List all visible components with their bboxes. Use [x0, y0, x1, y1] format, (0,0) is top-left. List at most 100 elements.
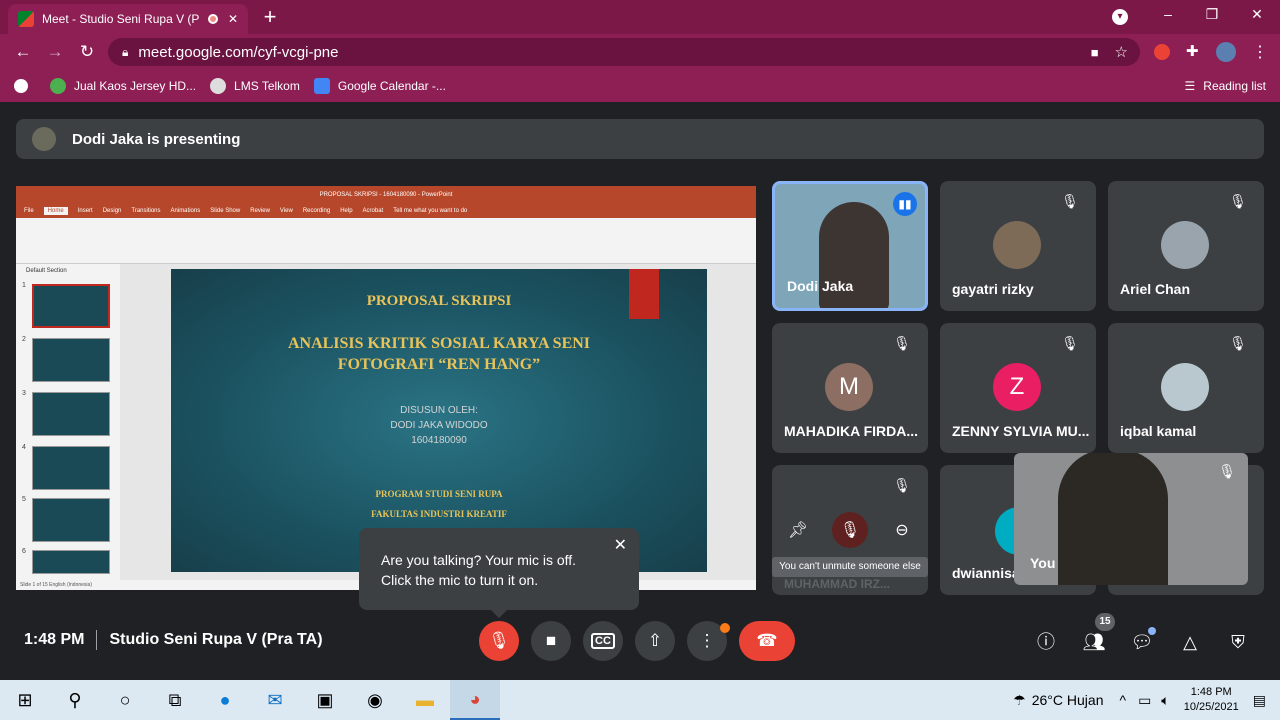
- folder-icon: ▬: [416, 689, 434, 710]
- slide-heading: ANALISIS KRITIK SOSIAL KARYA SENI FOTOGR…: [287, 335, 591, 373]
- address-bar[interactable]: 🔒︎ meet.google.com/cyf-vcgi-pne ■ ☆: [108, 38, 1140, 66]
- current-time: 1:48 PM: [24, 631, 85, 648]
- powerpoint-ribbon-tabs: File Home Insert Design Transitions Anim…: [16, 204, 756, 218]
- meet-favicon-icon: [18, 11, 34, 27]
- host-controls-button[interactable]: ⛨: [1224, 628, 1252, 656]
- battery-icon[interactable]: ▭: [1138, 692, 1151, 709]
- apps-icon[interactable]: [14, 79, 36, 93]
- chat-notification-dot: [1148, 627, 1156, 635]
- weather-text[interactable]: 26°C Hujan: [1032, 692, 1104, 708]
- remove-icon[interactable]: ⊖: [884, 512, 920, 548]
- speaker-icon[interactable]: 🔈︎: [1161, 692, 1169, 709]
- bookmark-star-icon[interactable]: ☆: [1115, 43, 1128, 61]
- avatar: Z: [993, 363, 1041, 411]
- minimize-icon[interactable]: –: [1158, 6, 1178, 22]
- slide-author: DISUSUN OLEH: DODI JAKA WIDODO 160418009…: [390, 405, 488, 446]
- back-arrow-icon[interactable]: ←: [12, 42, 34, 62]
- participant-tile[interactable]: 🎙︎ Z ZENNY SYLVIA MU...: [940, 323, 1096, 453]
- captions-button[interactable]: CC: [583, 621, 623, 661]
- calendar-icon: [313, 78, 330, 94]
- self-name: You: [1030, 555, 1056, 571]
- tab-close-icon[interactable]: ✕: [228, 12, 238, 26]
- section-label: Default Section: [26, 268, 67, 274]
- mail-button[interactable]: ✉: [250, 680, 300, 720]
- close-popover-icon[interactable]: ✕: [614, 536, 627, 556]
- participant-name: MUHAMMAD IRZ...: [784, 577, 890, 591]
- self-view[interactable]: 🎙︎ You: [1014, 453, 1248, 585]
- camera-toggle-button[interactable]: ■: [531, 621, 571, 661]
- file-explorer-button[interactable]: ▬: [400, 680, 450, 720]
- profile-avatar[interactable]: [1216, 42, 1236, 62]
- reading-list-icon: ☰: [1184, 79, 1196, 93]
- current-slide: PROPOSAL SKRIPSI ANALISIS KRITIK SOSIAL …: [171, 269, 707, 572]
- participant-name: Dodi Jaka: [787, 278, 854, 294]
- pin-icon[interactable]: 📌︎: [780, 512, 816, 548]
- chrome-button[interactable]: ◕: [450, 680, 500, 720]
- meeting-details-button[interactable]: ⓘ: [1032, 628, 1060, 656]
- mic-toggle-button[interactable]: 🎙︎: [479, 621, 519, 661]
- chat-icon: 💬︎: [1130, 632, 1154, 652]
- mic-off-icon: 🎙︎: [1218, 463, 1236, 479]
- bookmark-item[interactable]: LMS Telkom: [210, 78, 300, 94]
- slide-program: PROGRAM STUDI SENI RUPA FAKULTAS INDUSTR…: [371, 489, 507, 519]
- participant-tile[interactable]: 🎙︎ M MAHADIKA FIRDA...: [772, 323, 928, 453]
- restore-icon[interactable]: ❐: [1202, 6, 1222, 23]
- url-text: meet.google.com/cyf-vcgi-pne: [138, 43, 339, 61]
- system-tray: ☂ 26°C Hujan ^ ▭ 🔈︎ 1:48 PM 10/25/2021 ▤: [1013, 680, 1280, 720]
- close-window-icon[interactable]: ✕: [1247, 6, 1267, 23]
- participant-name: Ariel Chan: [1120, 281, 1191, 297]
- browser-tab[interactable]: Meet - Studio Seni Rupa V (P ✕: [8, 4, 248, 34]
- participant-tile[interactable]: 🎙︎ Ariel Chan: [1108, 181, 1264, 311]
- reading-list-button[interactable]: ☰ Reading list: [1185, 79, 1266, 93]
- windows-icon: ⊞: [17, 689, 33, 710]
- participant-tile[interactable]: 🎙︎ gayatri rizky: [940, 181, 1096, 311]
- edge-button[interactable]: ●: [200, 680, 250, 720]
- tray-chevron-icon[interactable]: ^: [1119, 692, 1126, 708]
- lock-icon: 🔒︎: [122, 44, 129, 59]
- avatar: [1161, 363, 1209, 411]
- new-tab-button[interactable]: +: [258, 4, 282, 30]
- cortana-button[interactable]: ○: [100, 680, 150, 720]
- system-clock[interactable]: 1:48 PM 10/25/2021: [1184, 685, 1239, 715]
- puzzle-icon[interactable]: ✚: [1186, 42, 1199, 60]
- mic-off-icon: 🎙︎: [1229, 193, 1247, 209]
- popover-arrow: [491, 610, 507, 618]
- task-view-button[interactable]: ⧉: [150, 680, 200, 720]
- extension-icon[interactable]: [1154, 44, 1170, 60]
- camera-icon: ■: [545, 631, 557, 650]
- participant-name: iqbal kamal: [1120, 423, 1197, 439]
- participant-count-badge: 15: [1095, 613, 1115, 631]
- bookmark-item[interactable]: Jual Kaos Jersey HD...: [50, 78, 196, 94]
- bookmark-item[interactable]: Google Calendar -...: [313, 78, 446, 94]
- store-button[interactable]: ▣: [300, 680, 350, 720]
- forward-arrow-icon[interactable]: →: [44, 42, 66, 62]
- slide-title: PROPOSAL SKRIPSI: [366, 293, 512, 309]
- windows-taskbar: ⊞ ⚲ ○ ⧉ ● ✉ ▣ ◉ ▬ ◕ ☂ 26°C Hujan ^ ▭ 🔈︎ …: [0, 680, 1280, 720]
- camera-app-button[interactable]: ◉: [350, 680, 400, 720]
- search-button[interactable]: ⚲: [50, 680, 100, 720]
- participant-tile[interactable]: 🎙︎ iqbal kamal: [1108, 323, 1264, 453]
- mic-off-icon: 🎙︎: [1229, 335, 1247, 351]
- activities-icon: △: [1183, 632, 1197, 652]
- leave-call-button[interactable]: ☎︎: [739, 621, 795, 661]
- start-button[interactable]: ⊞: [0, 680, 50, 720]
- reload-icon[interactable]: ↻: [76, 42, 98, 62]
- participant-tile-dodi[interactable]: ▮▮ Dodi Jaka: [772, 181, 928, 311]
- mute-participant-button[interactable]: 🎙︎: [832, 512, 868, 548]
- slide-thumbnail: [32, 446, 110, 490]
- cortana-icon: ○: [119, 689, 131, 710]
- more-dots-icon: ⋮: [698, 631, 716, 650]
- presenter-avatar: [32, 127, 56, 151]
- menu-dots-icon[interactable]: ⋮: [1252, 42, 1268, 62]
- presenting-banner: Dodi Jaka is presenting: [16, 119, 1264, 159]
- activities-button[interactable]: △: [1176, 628, 1204, 656]
- tab-search-icon[interactable]: ▾: [1112, 9, 1128, 25]
- avatar: M: [825, 363, 873, 411]
- people-button[interactable]: 👥︎: [1080, 628, 1108, 656]
- camera-indicator-icon[interactable]: ■: [1091, 45, 1099, 60]
- speaking-indicator-icon: ▮▮: [893, 192, 917, 216]
- slide-thumbnail: [32, 284, 110, 328]
- notification-icon[interactable]: ▤: [1253, 692, 1266, 709]
- shield-lock-icon: ⛨: [1231, 632, 1245, 652]
- present-button[interactable]: ⇧: [635, 621, 675, 661]
